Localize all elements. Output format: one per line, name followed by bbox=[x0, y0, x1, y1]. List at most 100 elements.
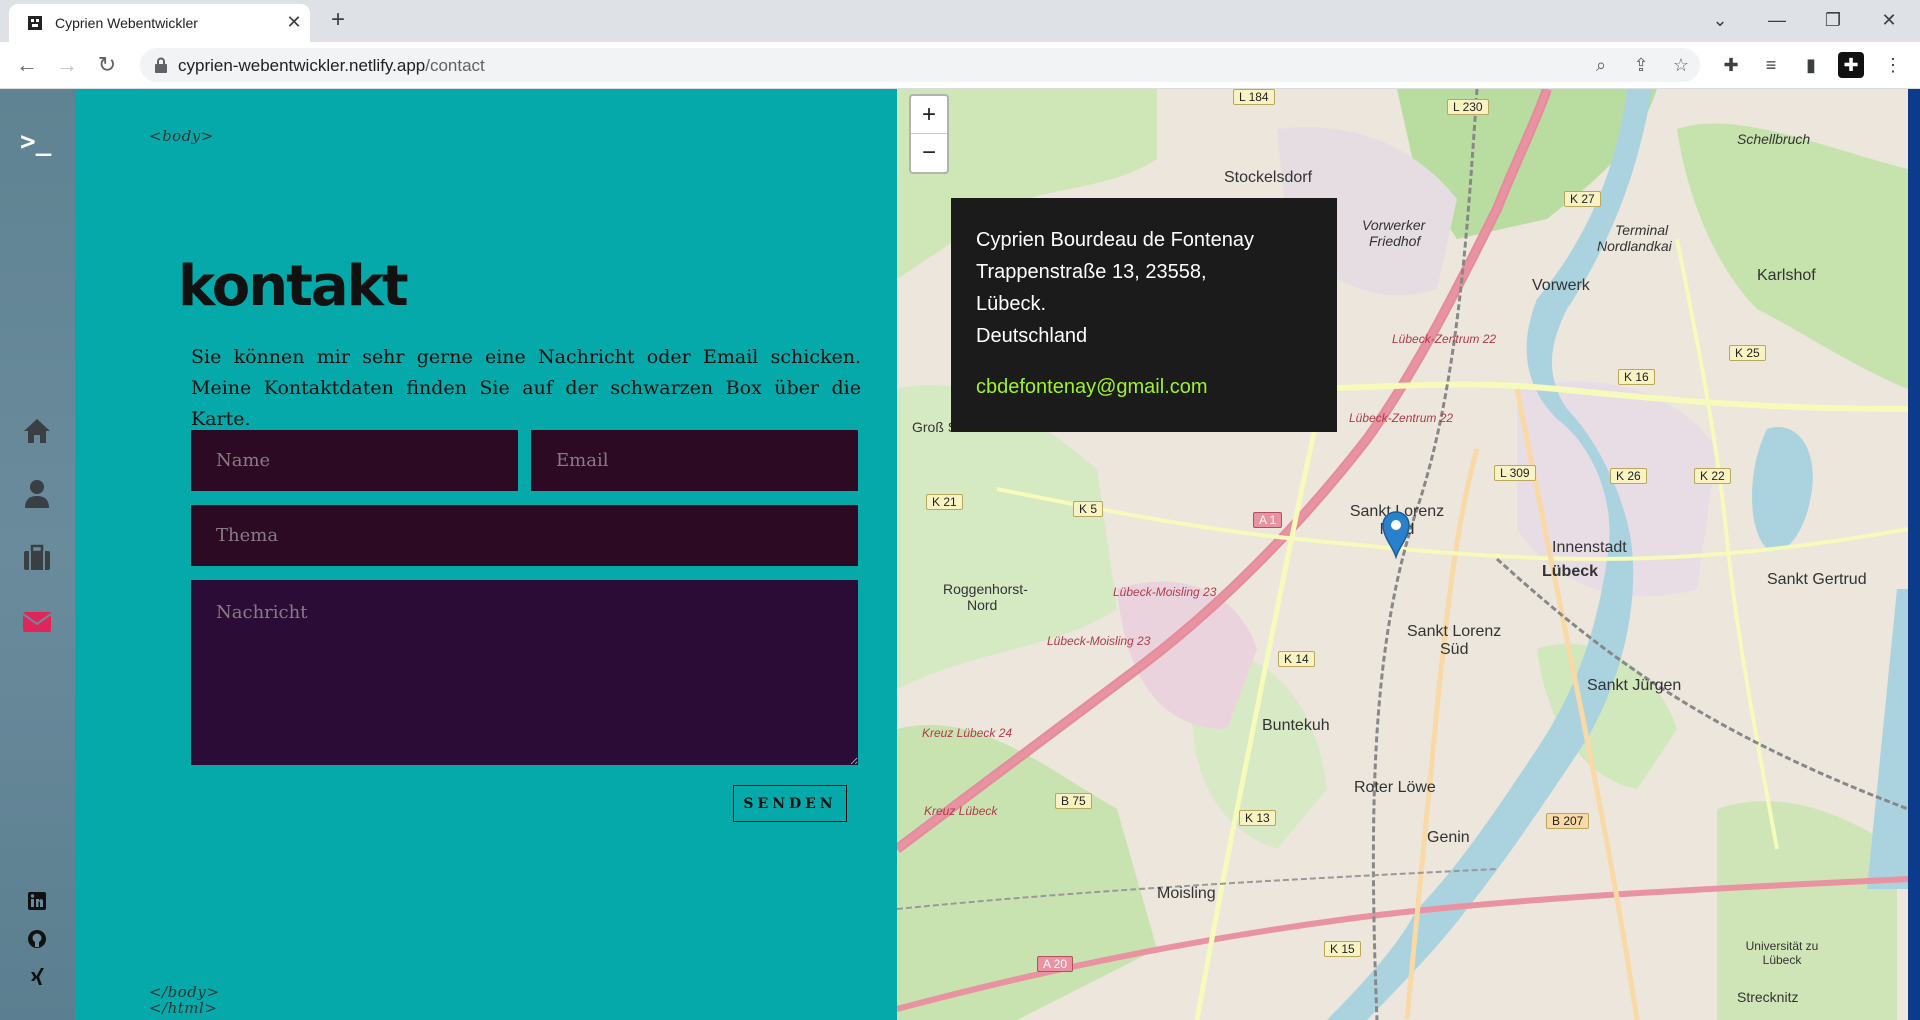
road-tag-k22: K 22 bbox=[1694, 468, 1731, 484]
zoom-out-button[interactable]: − bbox=[911, 134, 947, 172]
map-label-moisling: Moisling bbox=[1157, 885, 1216, 902]
body-open-tag: <body> bbox=[149, 127, 214, 145]
tab-strip: Cyprien Webentwickler ✕ + ⌄ — ❐ ✕ bbox=[0, 0, 1920, 42]
intro-text: Sie können mir sehr gerne eine Nachricht… bbox=[191, 346, 861, 430]
envelope-icon[interactable] bbox=[19, 604, 55, 640]
road-tag-l309: L 309 bbox=[1494, 465, 1536, 481]
close-window-icon[interactable]: ✕ bbox=[1874, 6, 1904, 34]
name-field[interactable] bbox=[191, 430, 518, 491]
message-field[interactable] bbox=[191, 580, 858, 765]
map-label-roggenhorst-1: Roggenhorst- bbox=[943, 581, 1028, 597]
tab-close-icon[interactable]: ✕ bbox=[284, 12, 304, 33]
map-label-vorwerker-friedhof-2: Friedhof bbox=[1369, 233, 1421, 249]
map-label-uni: Universität zu Lübeck bbox=[1745, 939, 1819, 967]
map[interactable]: Stockelsdorf Vorwerk Karlshof Innenstadt… bbox=[897, 89, 1908, 1020]
road-tag-b75: B 75 bbox=[1055, 793, 1092, 809]
home-icon[interactable] bbox=[19, 413, 55, 449]
road-tag-l184: L 184 bbox=[1233, 89, 1275, 105]
user-icon[interactable] bbox=[19, 476, 55, 512]
map-label-sankt-gertrud: Sankt Gertrud bbox=[1767, 571, 1867, 588]
road-tag-l230: L 230 bbox=[1447, 99, 1489, 115]
road-tag-k21: K 21 bbox=[926, 494, 963, 510]
extensions-icon[interactable]: ✚ bbox=[1716, 50, 1746, 80]
map-label-karlshof: Karlshof bbox=[1757, 267, 1816, 284]
restore-icon[interactable]: ❐ bbox=[1818, 6, 1848, 34]
browser-toolbar: ← → ↻ cyprien-webentwickler.netlify.app/… bbox=[0, 42, 1920, 89]
sidebar: >_ bbox=[0, 89, 75, 1020]
map-label-schellbruch: Schellbruch bbox=[1737, 131, 1811, 147]
map-label-vorwerk: Vorwerk bbox=[1532, 277, 1590, 294]
github-icon[interactable] bbox=[26, 928, 48, 950]
road-tag-b207: B 207 bbox=[1546, 813, 1590, 829]
minimize-icon[interactable]: — bbox=[1762, 6, 1792, 34]
road-tag-k13: K 13 bbox=[1239, 810, 1276, 826]
road-tag-k25: K 25 bbox=[1729, 345, 1766, 361]
page-title: kontakt bbox=[178, 254, 409, 319]
address-bar[interactable]: cyprien-webentwickler.netlify.app/contac… bbox=[140, 48, 1700, 82]
profile-avatar[interactable]: ✚ bbox=[1838, 52, 1864, 78]
linkedin-icon[interactable] bbox=[26, 890, 48, 912]
road-name-kl2: Kreuz Lübeck bbox=[924, 804, 998, 818]
email-field[interactable] bbox=[531, 430, 858, 491]
map-label-genin: Genin bbox=[1427, 829, 1470, 846]
bookmark-star-icon[interactable]: ☆ bbox=[1668, 52, 1694, 78]
new-tab-button[interactable]: + bbox=[326, 6, 350, 34]
road-name-lz2: Lübeck-Zentrum 22 bbox=[1349, 411, 1454, 425]
map-label-terminal-2: Nordlandkai bbox=[1597, 238, 1672, 254]
briefcase-icon[interactable] bbox=[19, 540, 55, 576]
browser-tab[interactable]: Cyprien Webentwickler ✕ bbox=[9, 4, 310, 42]
map-label-strecknitz: Strecknitz bbox=[1737, 989, 1799, 1005]
web-page: >_ <body> kontakt Sie können mir sehr ge… bbox=[0, 89, 1920, 1020]
road-tag-k5: K 5 bbox=[1073, 501, 1104, 517]
zoom-search-icon[interactable]: ⌕ bbox=[1588, 52, 1614, 78]
road-tag-a1: A 1 bbox=[1253, 512, 1283, 528]
send-button[interactable]: SENDEN bbox=[733, 785, 847, 822]
map-label-stockelsdorf: Stockelsdorf bbox=[1224, 169, 1313, 186]
map-label-luebeck: Lübeck bbox=[1542, 563, 1599, 580]
subject-field[interactable] bbox=[191, 505, 858, 566]
road-tag-a20: A 20 bbox=[1037, 956, 1074, 972]
reload-icon[interactable]: ↻ bbox=[92, 50, 122, 80]
menu-kebab-icon[interactable]: ⋮ bbox=[1878, 50, 1908, 80]
road-name-lm2: Lübeck-Moisling 23 bbox=[1047, 634, 1151, 648]
road-tag-k27: K 27 bbox=[1564, 191, 1601, 207]
address-box: Cyprien Bourdeau de Fontenay Trappenstra… bbox=[951, 198, 1337, 432]
road-tag-k16: K 16 bbox=[1618, 369, 1655, 385]
url-text: cyprien-webentwickler.netlify.app/contac… bbox=[178, 56, 485, 75]
reading-list-icon[interactable]: ≡ bbox=[1756, 50, 1786, 80]
map-zoom-control: + − bbox=[909, 94, 949, 174]
address-street: Trappenstraße 13, 23558, bbox=[976, 261, 1207, 283]
page-scrollbar[interactable] bbox=[1908, 89, 1920, 1020]
address-name: Cyprien Bourdeau de Fontenay bbox=[976, 229, 1254, 251]
map-label-terminal-1: Terminal bbox=[1615, 222, 1669, 238]
xing-icon[interactable] bbox=[26, 966, 48, 988]
location-pin-icon[interactable] bbox=[1381, 509, 1411, 559]
map-label-sankt-lorenz-sued-1: Sankt Lorenz bbox=[1407, 623, 1502, 640]
contact-panel: <body> kontakt Sie können mir sehr gerne… bbox=[75, 89, 897, 1020]
lock-icon bbox=[155, 57, 167, 73]
map-label-vorwerker-friedhof-1: Vorwerker bbox=[1362, 217, 1426, 233]
side-panel-icon[interactable]: ▮ bbox=[1796, 50, 1826, 80]
road-name-kl1: Kreuz Lübeck 24 bbox=[922, 726, 1013, 740]
html-close-tag: </html> bbox=[149, 999, 218, 1017]
road-name-lm1: Lübeck-Moisling 23 bbox=[1113, 585, 1217, 599]
map-label-buntekuh: Buntekuh bbox=[1262, 717, 1330, 734]
map-label-innenstadt: Innenstadt bbox=[1552, 539, 1627, 556]
back-icon[interactable]: ← bbox=[12, 50, 42, 80]
forward-icon[interactable]: → bbox=[52, 50, 82, 80]
road-tag-k14: K 14 bbox=[1278, 651, 1315, 667]
terminal-logo-icon[interactable]: >_ bbox=[20, 127, 51, 157]
map-label-roter-lowe: Roter Löwe bbox=[1354, 779, 1436, 796]
share-icon[interactable]: ⇪ bbox=[1628, 52, 1654, 78]
zoom-in-button[interactable]: + bbox=[911, 96, 947, 134]
map-label-roggenhorst-2: Nord bbox=[967, 597, 998, 613]
tab-title: Cyprien Webentwickler bbox=[55, 15, 198, 31]
road-tag-k15: K 15 bbox=[1324, 941, 1361, 957]
address-city: Lübeck. bbox=[976, 293, 1047, 315]
address-country: Deutschland bbox=[976, 325, 1088, 347]
tab-search-icon[interactable]: ⌄ bbox=[1705, 6, 1735, 34]
favicon-icon bbox=[28, 16, 42, 30]
email-link[interactable]: cbdefontenay@gmail.com bbox=[976, 376, 1312, 399]
road-tag-k26: K 26 bbox=[1610, 468, 1647, 484]
road-name-lz1: Lübeck-Zentrum 22 bbox=[1392, 332, 1497, 346]
